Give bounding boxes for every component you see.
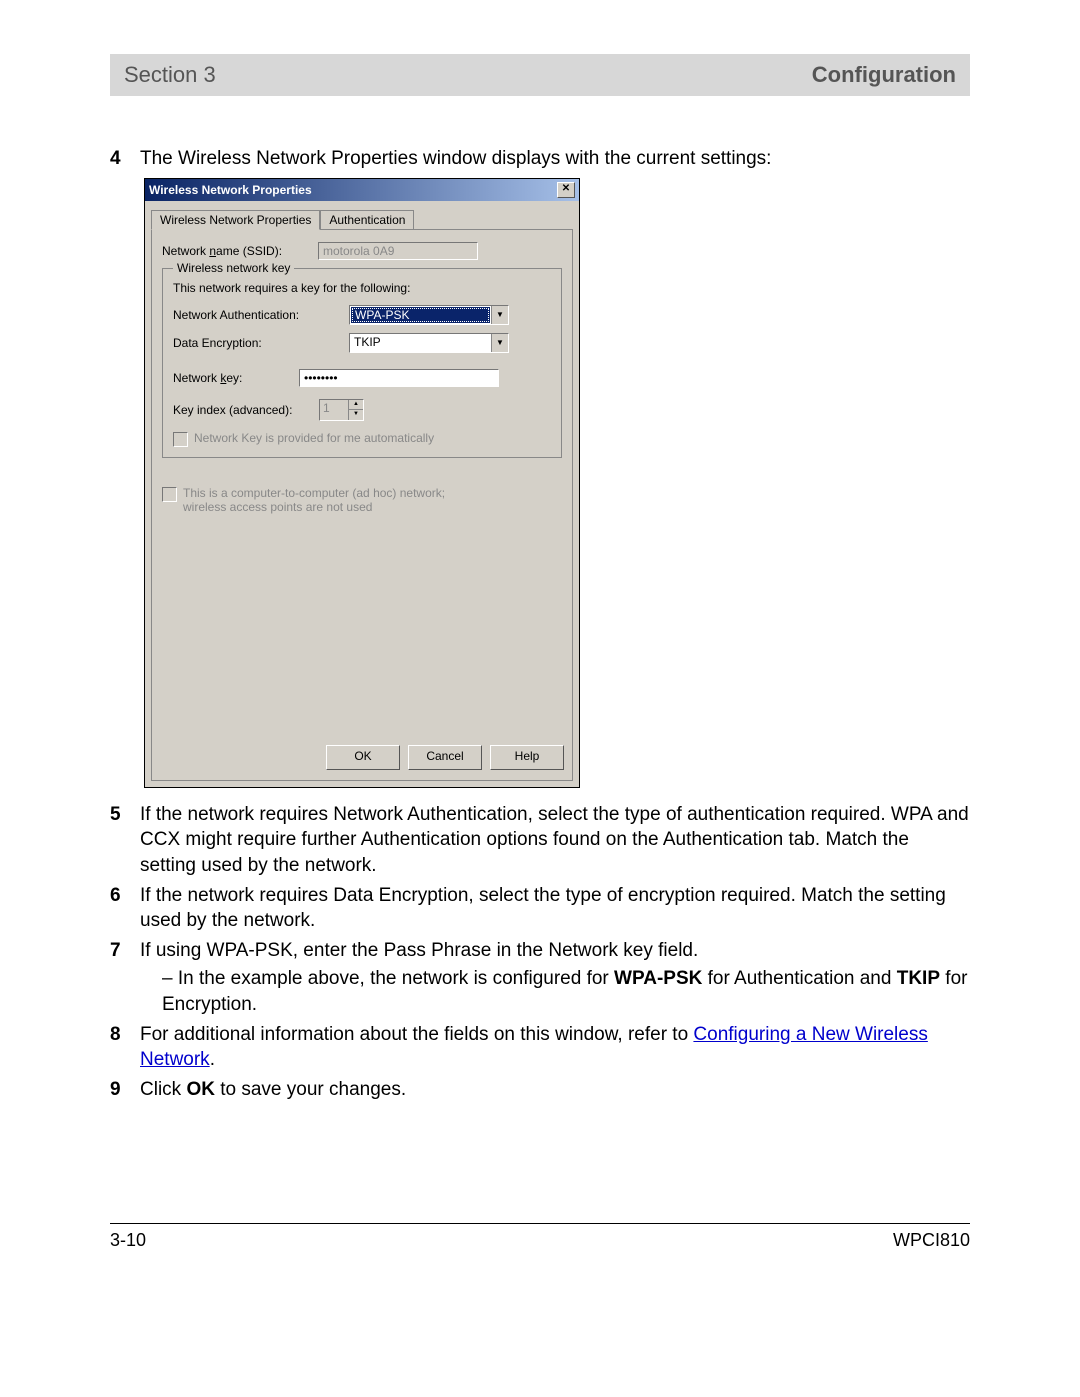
cancel-button[interactable]: Cancel — [408, 745, 482, 770]
groupbox-legend: Wireless network key — [173, 261, 294, 275]
step-text: The Wireless Network Properties window d… — [140, 146, 970, 172]
step-9: 9 Click OK to save your changes. — [110, 1077, 970, 1103]
auto-key-checkbox[interactable]: Network Key is provided for me automatic… — [173, 431, 551, 447]
chevron-down-icon: ▼ — [491, 306, 508, 324]
step-number: 4 — [110, 146, 140, 172]
step-text: If the network requires Network Authenti… — [140, 802, 970, 879]
page-number: 3-10 — [110, 1230, 146, 1251]
checkbox-icon — [162, 487, 177, 502]
help-button[interactable]: Help — [490, 745, 564, 770]
close-icon[interactable]: ✕ — [557, 182, 575, 198]
step-5: 5 If the network requires Network Authen… — [110, 802, 970, 879]
network-key-label: Network key: — [173, 371, 293, 385]
tab-strip: Wireless Network Properties Authenticati… — [145, 201, 579, 229]
tab-authentication[interactable]: Authentication — [320, 210, 414, 230]
tab-wireless-properties[interactable]: Wireless Network Properties — [151, 210, 320, 230]
network-authentication-select[interactable]: WPA-PSK ▼ — [349, 305, 509, 325]
group-description: This network requires a key for the foll… — [173, 281, 551, 295]
page-footer: 3-10 WPCI810 — [110, 1223, 970, 1251]
data-encryption-select[interactable]: TKIP ▼ — [349, 333, 509, 353]
dialog-titlebar: Wireless Network Properties ✕ — [145, 179, 579, 201]
page-header: Section 3 Configuration — [110, 54, 970, 96]
dialog-title: Wireless Network Properties — [149, 183, 312, 197]
chevron-down-icon: ▼ — [491, 334, 508, 352]
step-number: 8 — [110, 1022, 140, 1073]
wireless-properties-dialog: Wireless Network Properties ✕ Wireless N… — [144, 178, 580, 788]
step-6: 6 If the network requires Data Encryptio… — [110, 883, 970, 934]
wireless-key-group: Wireless network key This network requir… — [162, 268, 562, 458]
step-number: 6 — [110, 883, 140, 934]
step-text: Click OK to save your changes. — [140, 1077, 970, 1103]
page-title: Configuration — [812, 62, 956, 88]
key-index-label: Key index (advanced): — [173, 403, 313, 417]
step-number: 9 — [110, 1077, 140, 1103]
ssid-input[interactable]: motorola 0A9 — [318, 242, 478, 260]
step-text: For additional information about the fie… — [140, 1022, 970, 1073]
step-text: If the network requires Data Encryption,… — [140, 883, 970, 934]
adhoc-checkbox[interactable]: This is a computer-to-computer (ad hoc) … — [162, 486, 562, 514]
key-index-stepper[interactable]: 1 ▲▼ — [319, 399, 364, 421]
step-number: 7 — [110, 938, 140, 1018]
auth-label: Network Authentication: — [173, 308, 343, 322]
step-4: 4 The Wireless Network Properties window… — [110, 146, 970, 172]
network-key-input[interactable]: •••••••• — [299, 369, 499, 387]
step-7: 7 If using WPA-PSK, enter the Pass Phras… — [110, 938, 970, 1018]
step-number: 5 — [110, 802, 140, 879]
checkbox-icon — [173, 432, 188, 447]
document-code: WPCI810 — [893, 1230, 970, 1251]
ok-button[interactable]: OK — [326, 745, 400, 770]
encryption-label: Data Encryption: — [173, 336, 343, 350]
section-label: Section 3 — [124, 62, 216, 88]
step-text: If using WPA-PSK, enter the Pass Phrase … — [140, 938, 970, 1018]
dialog-panel: Network name (SSID): motorola 0A9 Wirele… — [151, 229, 573, 781]
step-8: 8 For additional information about the f… — [110, 1022, 970, 1073]
ssid-label: Network name (SSID): — [162, 244, 312, 258]
